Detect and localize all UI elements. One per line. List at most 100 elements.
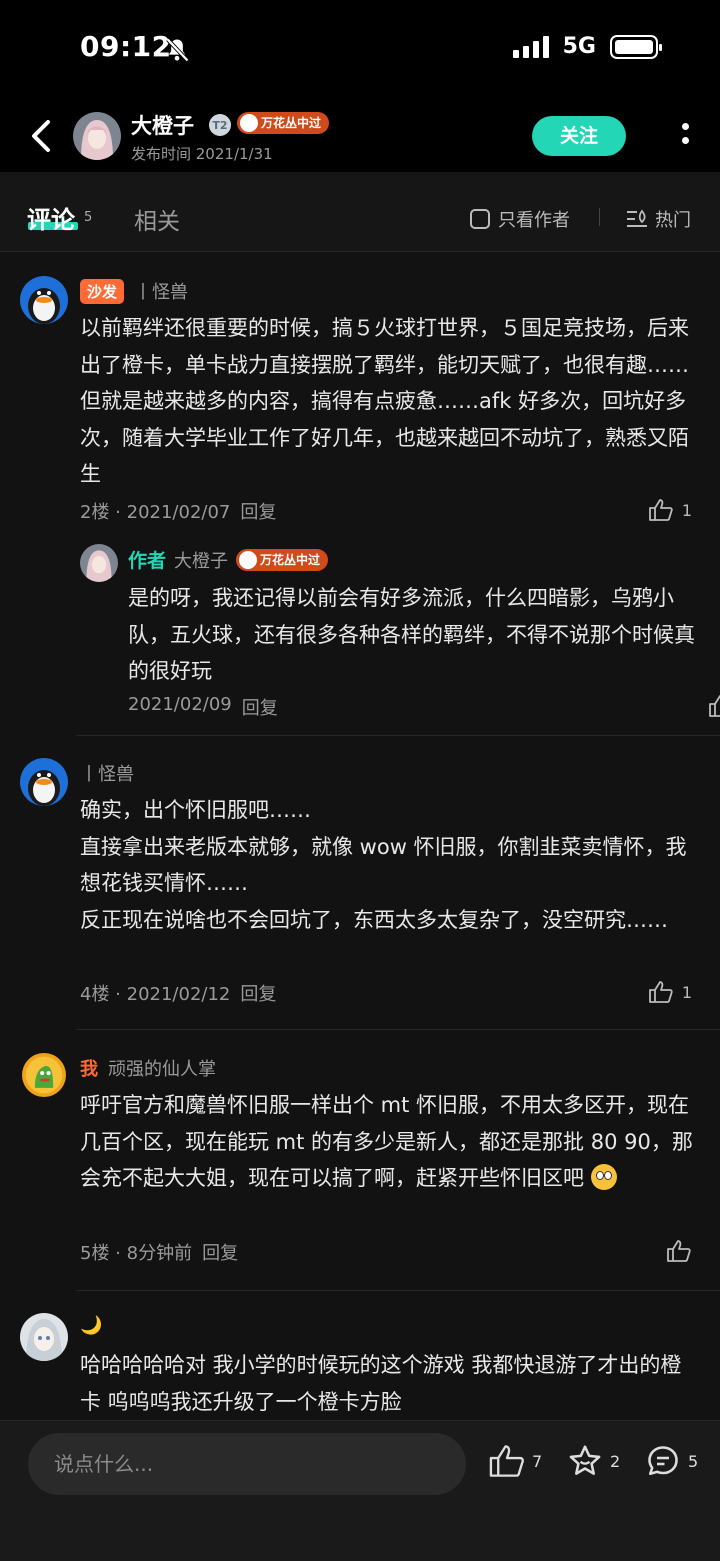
shocked-emoji-icon bbox=[590, 1164, 617, 1190]
sofa-badge: 沙发 bbox=[80, 278, 125, 304]
reply-button[interactable]: 回复 bbox=[202, 1239, 238, 1265]
only-author-label: 只看作者 bbox=[498, 210, 570, 231]
comment-line: 直接拿出来老版本就够，就像 wow 怀旧服，你割韭菜卖情怀，我想花钱买情怀…… bbox=[80, 834, 687, 896]
gamepad-icon bbox=[240, 114, 258, 132]
comment-bubble-icon bbox=[648, 1446, 678, 1476]
me-tag: 我 bbox=[80, 1059, 98, 1080]
bell-muted-icon bbox=[166, 38, 189, 62]
network-type: 5G bbox=[562, 34, 596, 59]
thumbs-up-icon bbox=[708, 695, 720, 717]
commenter-name[interactable]: 顽强的仙人掌 bbox=[108, 1055, 216, 1081]
star-icon bbox=[569, 1445, 601, 1475]
divider bbox=[599, 208, 600, 226]
like-count: 1 bbox=[681, 500, 692, 520]
sort-icon bbox=[627, 209, 647, 227]
floor-info: 4楼 · 2021/02/12 bbox=[80, 984, 231, 1005]
reply-meta: 作者 大橙子 万花丛中过 bbox=[128, 546, 329, 573]
like-button[interactable]: 1 bbox=[648, 498, 692, 522]
comment-input[interactable]: 说点什么... bbox=[28, 1433, 466, 1495]
commenter-avatar[interactable] bbox=[20, 1313, 68, 1361]
gamepad-icon bbox=[239, 550, 258, 569]
floor-info: 5楼 · 8分钟前 bbox=[80, 1243, 193, 1264]
reply-time: 2021/02/09 bbox=[128, 694, 232, 715]
comment-line: 确实，出个怀旧服吧…… bbox=[80, 798, 311, 822]
checkbox-icon[interactable] bbox=[470, 209, 490, 229]
comment-line: 反正现在说啥也不会回坑了，东西太多太复杂了，没空研究…… bbox=[80, 907, 668, 932]
reply-avatar[interactable] bbox=[80, 544, 118, 582]
commenter-avatar[interactable] bbox=[20, 758, 68, 806]
like-button[interactable]: 1 bbox=[648, 980, 692, 1004]
more-options-icon[interactable] bbox=[678, 120, 692, 152]
divider bbox=[76, 1029, 720, 1030]
comment-text: 确实，出个怀旧服吧…… 直接拿出来老版本就够，就像 wow 怀旧服，你割韭菜卖情… bbox=[80, 792, 695, 938]
bottom-action-bar: 说点什么... 7 2 5 bbox=[0, 1420, 720, 1561]
status-bar: 09:12 5G bbox=[0, 0, 720, 100]
comment-meta: 🌙 bbox=[80, 1315, 102, 1336]
comment-count: 5 bbox=[84, 210, 93, 225]
comment-footer: 5楼 · 8分钟前 回复 bbox=[80, 1239, 238, 1265]
comment-meta: 丨怪兽 bbox=[80, 760, 134, 786]
comment-text: 以前羁绊还很重要的时候，搞５火球打世界，５国足竞技场，后来出了橙卡，单卡战力直接… bbox=[80, 316, 689, 486]
divider bbox=[76, 735, 720, 736]
level-text: T2 bbox=[212, 119, 227, 132]
commenter-avatar[interactable] bbox=[22, 1053, 66, 1097]
only-author-toggle[interactable]: 只看作者 bbox=[470, 206, 570, 232]
comment-meta: 沙发 丨怪兽 bbox=[80, 278, 188, 304]
favorite-count: 2 bbox=[610, 1451, 621, 1471]
honor-badge: 万花丛中过 bbox=[237, 112, 330, 134]
reply-footer: 2021/02/09 回复 bbox=[128, 694, 278, 720]
floor-info: 2楼 · 2021/02/07 bbox=[80, 502, 231, 523]
reply-button[interactable]: 回复 bbox=[240, 498, 276, 524]
thumbs-up-icon bbox=[489, 1445, 524, 1477]
tab-comments[interactable]: 评论 bbox=[27, 200, 75, 235]
post-like-button[interactable]: 7 bbox=[488, 1443, 542, 1479]
comment-item: 丨怪兽 确实，出个怀旧服吧…… 直接拿出来老版本就够，就像 wow 怀旧服，你割… bbox=[0, 758, 720, 1008]
signal-icon bbox=[512, 35, 549, 58]
reply-text: 是的呀，我还记得以前会有好多流派，什么四暗影，乌鸦小队，五火球，还有很多各种各样… bbox=[128, 586, 695, 683]
favorite-button[interactable]: 2 bbox=[566, 1443, 620, 1479]
reply-button[interactable]: 回复 bbox=[240, 980, 276, 1006]
like-count: 1 bbox=[681, 982, 692, 1002]
thumbs-up-icon bbox=[648, 981, 673, 1003]
sort-label: 热门 bbox=[655, 210, 691, 231]
battery-icon bbox=[610, 34, 662, 59]
honor-badge: 万花丛中过 bbox=[236, 548, 329, 571]
comments-count: 5 bbox=[688, 1451, 699, 1471]
comment-text: 呼吁官方和魔兽怀旧服一样出个 mt 怀旧服，不用太多区开，现在几百个区，现在能玩… bbox=[80, 1087, 695, 1197]
author-avatar[interactable] bbox=[73, 112, 121, 160]
level-badge-icon: T2 bbox=[209, 114, 231, 136]
thumbs-up-icon bbox=[667, 1240, 691, 1262]
divider bbox=[76, 1290, 720, 1291]
sort-button[interactable]: 热门 bbox=[625, 206, 691, 232]
commenter-avatar[interactable] bbox=[20, 276, 68, 324]
post-like-count: 7 bbox=[532, 1451, 543, 1471]
comment-footer: 2楼 · 2021/02/07 回复 bbox=[80, 498, 276, 524]
tab-related[interactable]: 相关 bbox=[134, 202, 180, 236]
comment-tabs: 评论 5 相关 只看作者 热门 bbox=[0, 172, 720, 252]
commenter-name[interactable]: 丨怪兽 bbox=[134, 278, 188, 304]
reply-user[interactable]: 大橙子 bbox=[174, 547, 228, 573]
commenter-name[interactable]: 丨怪兽 bbox=[80, 760, 134, 786]
honor-text: 万花丛中过 bbox=[261, 116, 322, 130]
thumbs-up-icon bbox=[648, 499, 673, 521]
author-name[interactable]: 大橙子 bbox=[131, 110, 194, 140]
comment-item: 我 顽强的仙人掌 呼吁官方和魔兽怀旧服一样出个 mt 怀旧服，不用太多区开，现在… bbox=[0, 1053, 720, 1273]
status-indicators: 5G bbox=[512, 34, 662, 59]
author-tag: 作者 bbox=[128, 550, 167, 572]
comment-footer: 4楼 · 2021/02/12 回复 bbox=[80, 980, 276, 1006]
honor-text: 万花丛中过 bbox=[260, 552, 321, 567]
comment-item: 沙发 丨怪兽 以前羁绊还很重要的时候，搞５火球打世界，５国足竞技场，后来出了橙卡… bbox=[0, 276, 720, 734]
status-time: 09:12 bbox=[80, 30, 172, 63]
like-button[interactable]: 1 bbox=[708, 694, 720, 718]
publish-time: 发布时间 2021/1/31 bbox=[131, 145, 273, 163]
follow-button[interactable]: 关注 bbox=[532, 116, 626, 156]
post-header: 大橙子 T2 万花丛中过 发布时间 2021/1/31 关注 bbox=[0, 100, 720, 172]
comments-button[interactable]: 5 bbox=[644, 1443, 698, 1479]
commenter-name[interactable]: 🌙 bbox=[80, 1315, 102, 1336]
back-icon[interactable] bbox=[22, 114, 62, 158]
comment-text: 哈哈哈哈哈对 我小学的时候玩的这个游戏 我都快退游了才出的橙卡 呜呜呜我还升级了… bbox=[80, 1353, 682, 1414]
comment-item: 🌙 哈哈哈哈哈对 我小学的时候玩的这个游戏 我都快退游了才出的橙卡 呜呜呜我还升… bbox=[0, 1313, 720, 1420]
comment-meta: 我 顽强的仙人掌 bbox=[80, 1055, 216, 1081]
like-button[interactable] bbox=[666, 1239, 692, 1263]
reply-button[interactable]: 回复 bbox=[242, 694, 278, 720]
